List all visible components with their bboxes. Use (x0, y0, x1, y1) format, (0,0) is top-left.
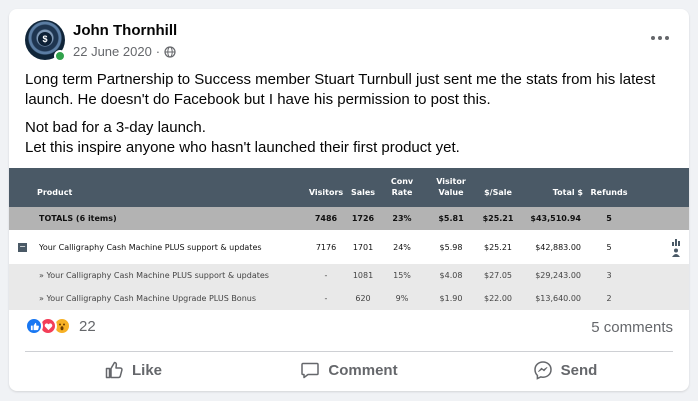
cell-sales: 620 (347, 287, 379, 310)
cell-product: » Your Calligraphy Cash Machine PLUS sup… (9, 264, 305, 287)
cell-actions (635, 230, 689, 264)
comment-label: Comment (328, 361, 398, 379)
table-header-row: Product Visitors Sales Conv Rate Visitor V… (9, 168, 689, 207)
cell-conv-rate: 15% (379, 264, 425, 287)
cell-product: − Your Calligraphy Cash Machine PLUS supp… (9, 230, 305, 264)
cell-per-sale: $25.21 (477, 207, 519, 230)
post-card: $ John Thornhill 22 June 2020 · Long ter… (9, 9, 689, 391)
cell-product: TOTALS (6 items) (9, 207, 305, 230)
row-action-icons (671, 238, 681, 257)
table-row: » Your Calligraphy Cash Machine Upgrade … (9, 287, 689, 310)
header-per-sale: $/Sale (477, 168, 519, 207)
bar-chart-icon[interactable] (671, 238, 681, 246)
header-visitor-value-line2: Value (438, 188, 464, 197)
reaction-count: 22 (79, 317, 96, 335)
reactions-summary[interactable]: 22 (25, 314, 96, 338)
header-conv-rate-line2: Rate (391, 188, 413, 197)
cell-total: $42,883.00 (519, 230, 583, 264)
cell-conv-rate: 23% (379, 207, 425, 230)
header-visitor-value: Visitor Value (425, 168, 477, 207)
post-line: Let this inspire anyone who hasn't launc… (25, 139, 460, 156)
cell-visitor-value: $5.81 (425, 207, 477, 230)
send-label: Send (560, 361, 598, 379)
header-total: Total $ (519, 168, 583, 207)
like-button[interactable]: Like (25, 355, 241, 385)
cell-actions (635, 287, 689, 310)
comment-icon (301, 362, 320, 379)
more-dot (658, 36, 662, 40)
header-product: Product (9, 168, 305, 207)
cell-visitors: 7486 (305, 207, 347, 230)
table-row: − Your Calligraphy Cash Machine PLUS supp… (9, 230, 689, 264)
post-meta: 22 June 2020 · (73, 44, 176, 59)
collapse-icon[interactable]: − (18, 242, 27, 252)
divider (25, 351, 673, 352)
cell-per-sale: $27.05 (477, 264, 519, 287)
globe-icon[interactable] (164, 45, 176, 58)
header-visitors: Visitors (305, 168, 347, 207)
more-options-icon[interactable] (647, 27, 673, 49)
cell-total: $13,640.00 (519, 287, 583, 310)
cell-refunds: 5 (583, 230, 635, 264)
cell-conv-rate: 9% (379, 287, 425, 310)
cell-per-sale: $22.00 (477, 287, 519, 310)
cell-total: $43,510.94 (519, 207, 583, 230)
cell-total: $29,243.00 (519, 264, 583, 287)
comments-count-link[interactable]: 5 comments (591, 319, 673, 336)
cell-sales: 1701 (347, 230, 379, 264)
header-sales: Sales (347, 168, 379, 207)
more-dot (651, 36, 655, 40)
header-visitor-value-line1: Visitor (436, 177, 466, 186)
header-refunds: Refunds (583, 168, 635, 207)
cell-actions (635, 264, 689, 287)
cell-per-sale: $25.21 (477, 230, 519, 264)
send-button[interactable]: Send (457, 355, 673, 385)
cell-visitors: - (305, 287, 347, 310)
table-row-totals: TOTALS (6 items) 7486 1726 23% $5.81 $25… (9, 207, 689, 230)
post-date[interactable]: 22 June 2020 (73, 44, 152, 59)
stats-table: Product Visitors Sales Conv Rate Visitor V… (9, 168, 689, 310)
meta-separator: · (155, 44, 161, 59)
like-reaction-icon (25, 317, 43, 335)
post-line: Not bad for a 3-day launch. (25, 119, 206, 136)
users-icon[interactable] (671, 248, 681, 257)
cell-visitor-value: $1.90 (425, 287, 477, 310)
cell-visitor-value: $4.08 (425, 264, 477, 287)
header-actions (635, 168, 689, 207)
post-body: Long term Partnership to Success member … (25, 70, 675, 158)
cell-refunds: 5 (583, 207, 635, 230)
cell-conv-rate: 24% (379, 230, 425, 264)
cell-product: » Your Calligraphy Cash Machine Upgrade … (9, 287, 305, 310)
messenger-icon (533, 361, 552, 380)
like-label: Like (131, 361, 162, 379)
author-name[interactable]: John Thornhill (73, 22, 177, 39)
cell-visitors: 7176 (305, 230, 347, 264)
avatar-dollar-icon: $ (38, 32, 52, 46)
cell-actions (635, 207, 689, 230)
post-paragraph: Not bad for a 3-day launch. Let this ins… (25, 118, 675, 158)
comment-button[interactable]: Comment (241, 355, 457, 385)
more-dot (665, 36, 669, 40)
cell-product-label: Your Calligraphy Cash Machine PLUS suppo… (39, 242, 262, 252)
table-row: » Your Calligraphy Cash Machine PLUS sup… (9, 264, 689, 287)
cell-sales: 1081 (347, 264, 379, 287)
online-status-icon (54, 50, 66, 62)
cell-refunds: 2 (583, 287, 635, 310)
action-bar: Like Comment Send (25, 355, 673, 385)
header-conv-rate: Conv Rate (379, 168, 425, 207)
post-image-stats-table[interactable]: Product Visitors Sales Conv Rate Visitor V… (9, 168, 689, 310)
cell-sales: 1726 (347, 207, 379, 230)
post-paragraph: Long term Partnership to Success member … (25, 71, 656, 108)
cell-refunds: 3 (583, 264, 635, 287)
post-header: $ John Thornhill 22 June 2020 · (9, 9, 689, 69)
header-conv-rate-line1: Conv (390, 177, 414, 186)
cell-visitor-value: $5.98 (425, 230, 477, 264)
cell-visitors: - (305, 264, 347, 287)
thumbs-up-icon (105, 361, 123, 379)
